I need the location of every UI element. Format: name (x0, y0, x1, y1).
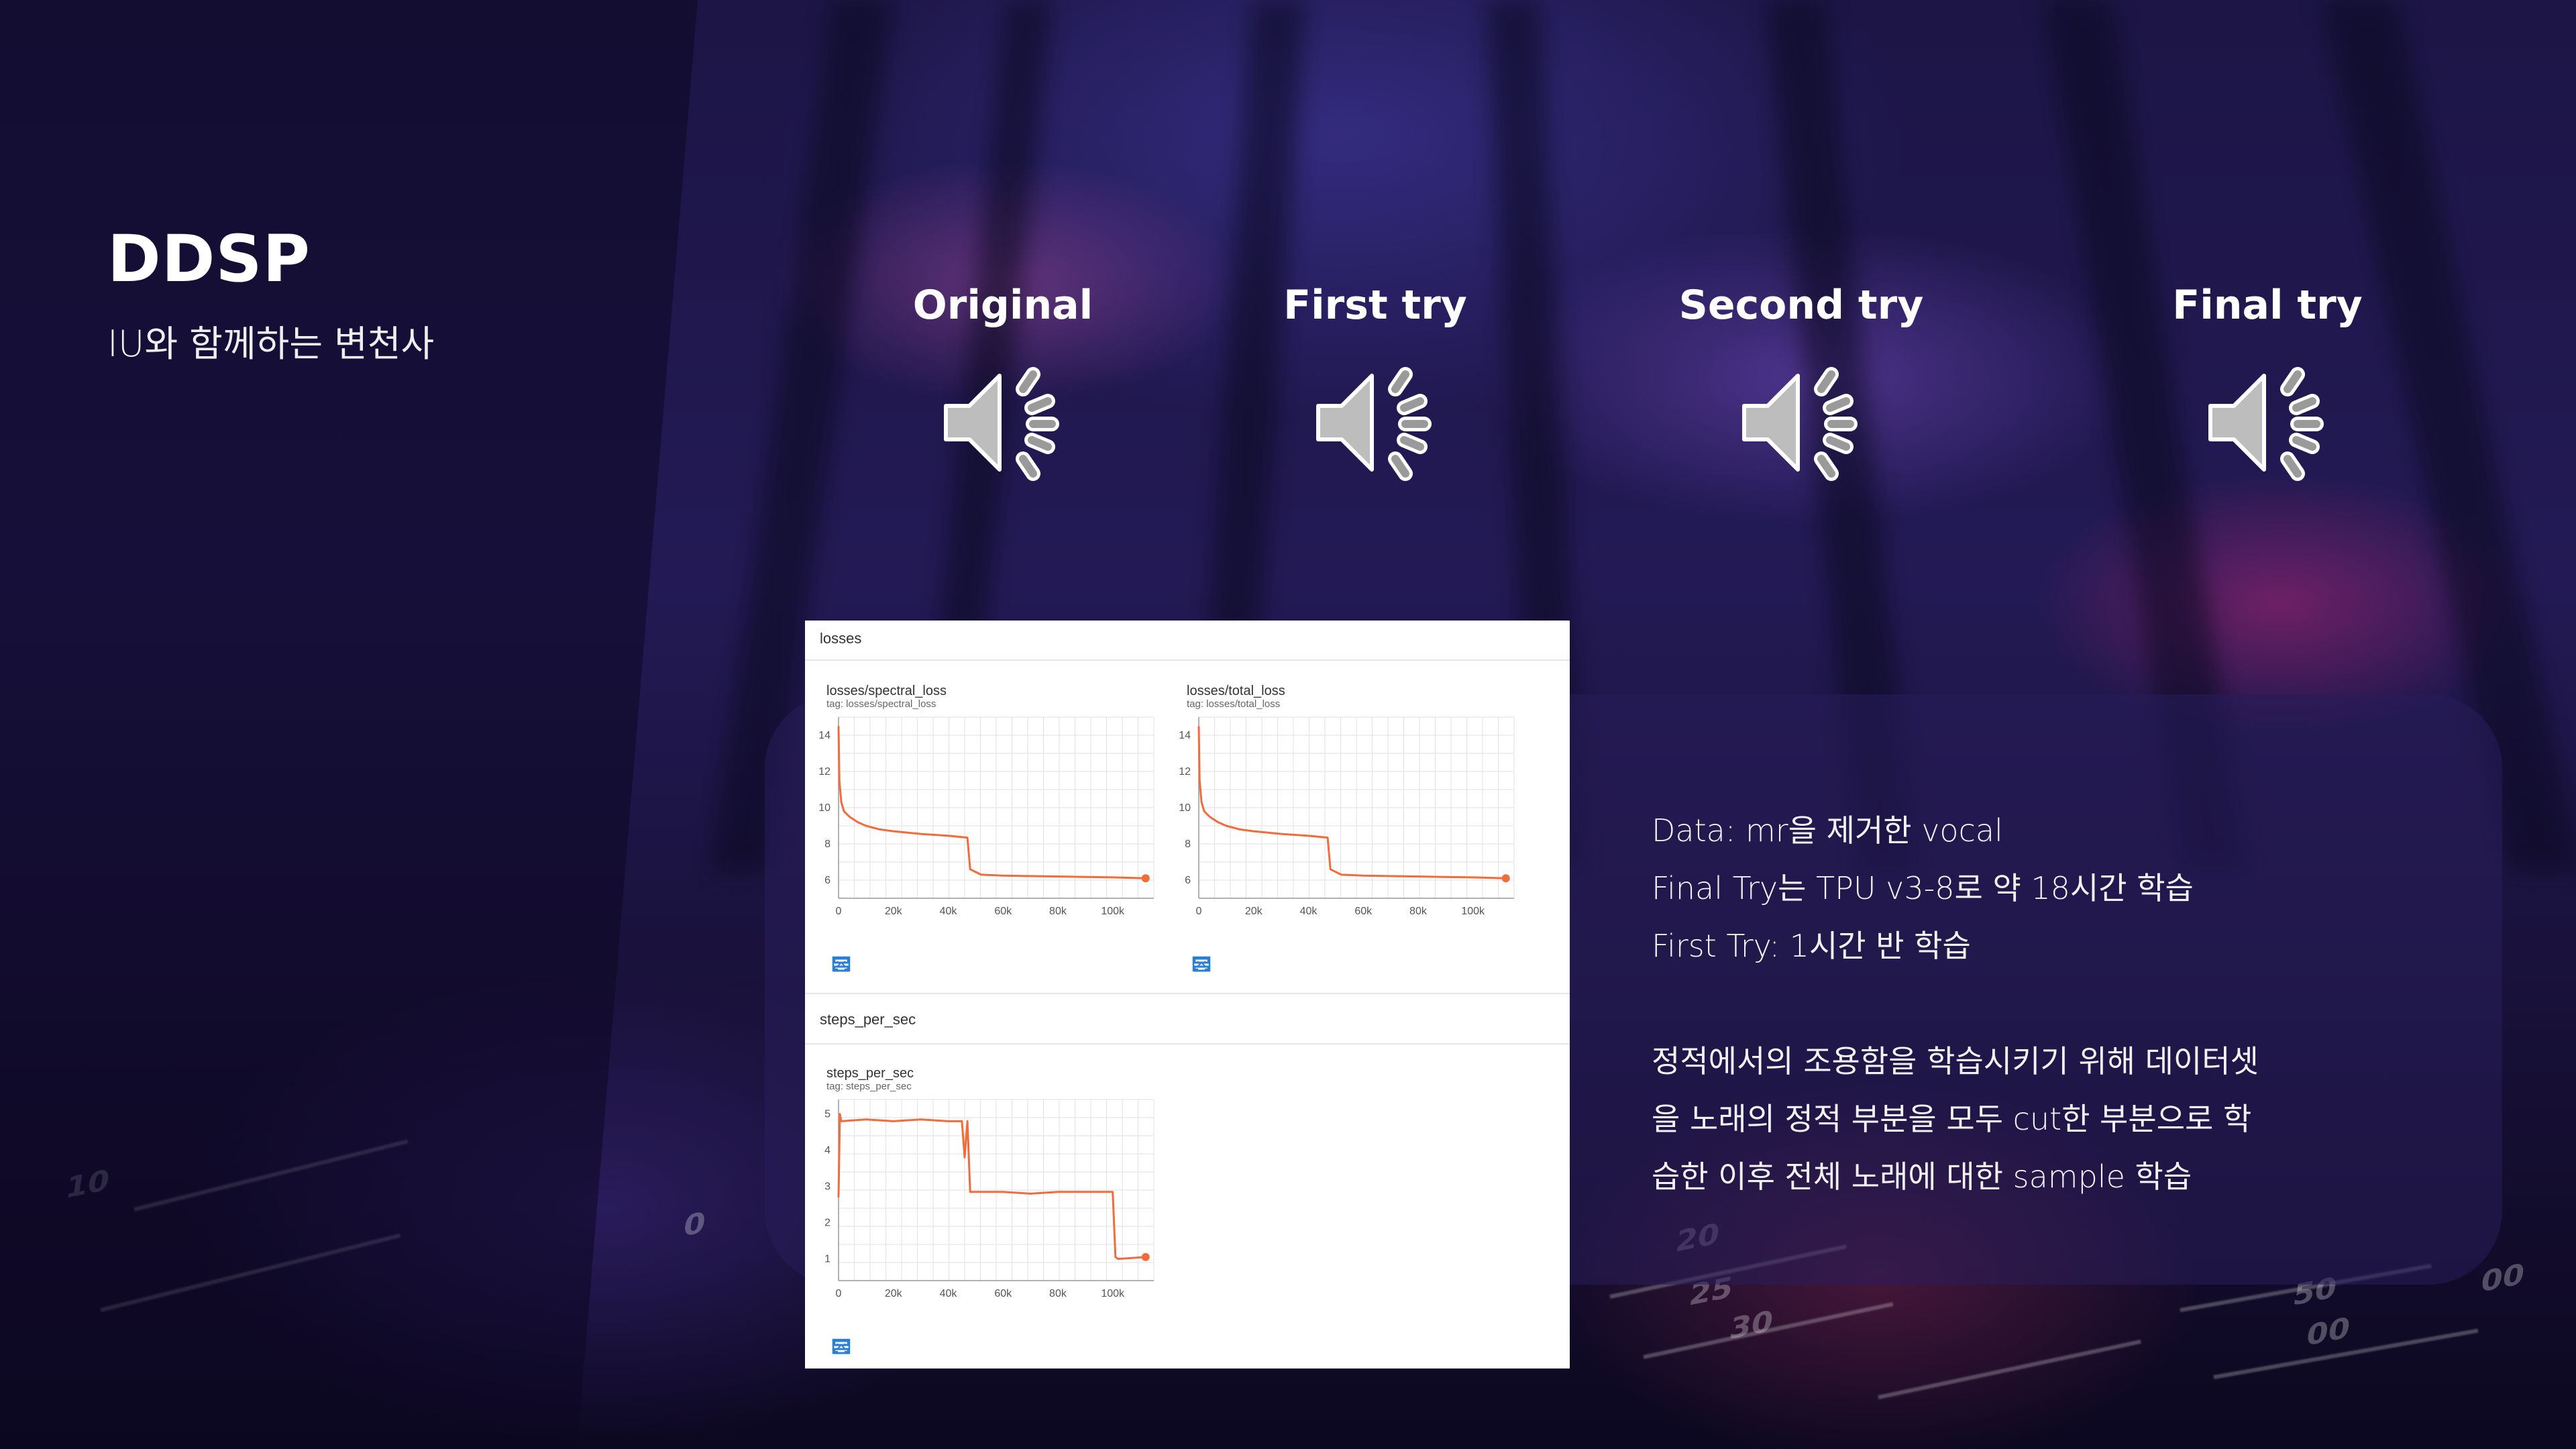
audio-sample-label: First try (1283, 282, 1467, 329)
audio-sample-first-try[interactable]: First try (1208, 282, 1543, 483)
speaker-sound-icon[interactable] (1737, 362, 1865, 483)
x-tick-label: 80k (1409, 906, 1428, 917)
speaker-sound-icon[interactable] (1311, 362, 1439, 483)
slide-subtitle: IU와 함께하는 변천사 (107, 323, 435, 365)
x-tick-label: 20k (885, 906, 903, 917)
series-line (837, 726, 1146, 879)
audio-sample-second-try[interactable]: Second try (1633, 282, 1969, 483)
y-tick-label: 14 (818, 730, 830, 741)
speaker-sound-icon[interactable] (939, 362, 1067, 483)
x-tick-label: 0 (836, 906, 842, 917)
x-tick-label: 60k (1354, 906, 1373, 917)
x-tick-label: 60k (994, 1288, 1012, 1299)
speaker-sound-icon[interactable] (2204, 362, 2331, 483)
audio-sample-label: Second try (1678, 282, 1924, 329)
note-line: 을 노래의 정적 부분을 모두 cut한 부분으로 학 (1652, 1101, 2252, 1137)
y-tick-label: 10 (818, 802, 830, 814)
x-tick-label: 100k (1101, 1288, 1125, 1299)
x-tick-label: 20k (885, 1288, 903, 1299)
y-tick-label: 6 (824, 875, 830, 886)
x-tick-label: 0 (1196, 906, 1202, 917)
note-line: 정적에서의 조용함을 학습시키기 위해 데이터셋 (1652, 1043, 2259, 1079)
chart-title: steps_per_sec (826, 1066, 914, 1081)
chart-tag: tag: losses/total_loss (1187, 698, 1281, 710)
y-tick-label: 8 (824, 839, 830, 850)
chart-svg: 0 20k 40k 60k 80k 100k 6 8 10 12 14 (818, 716, 1155, 917)
y-tick-label: 2 (824, 1218, 830, 1229)
x-tick-label: 0 (836, 1288, 842, 1299)
x-tick-label: 80k (1049, 1288, 1067, 1299)
section-divider (805, 993, 1570, 994)
note-line: Final Try는 TPU v3-8로 약 18시간 학습 (1652, 870, 2194, 906)
series-line (1197, 726, 1506, 879)
x-tick-label: 40k (1300, 906, 1318, 917)
section-title-steps: steps_per_sec (820, 1011, 916, 1028)
section-title-losses: losses (820, 630, 862, 647)
audio-sample-label: Original (912, 282, 1093, 329)
chart-svg: 0 20k 40k 60k 80k 100k 1 2 3 4 5 (824, 1099, 1155, 1299)
section-divider (805, 1043, 1570, 1044)
chart-svg: 0 20k 40k 60k 80k 100k 6 8 10 12 14 (1179, 716, 1515, 917)
y-tick-label: 4 (824, 1145, 830, 1157)
note-line: Data: mr을 제거한 vocal (1652, 812, 2003, 849)
y-tick-label: 8 (1185, 839, 1191, 850)
y-tick-label: 12 (1179, 766, 1191, 777)
chart-tag: tag: steps_per_sec (826, 1081, 912, 1092)
x-tick-label: 100k (1101, 906, 1125, 917)
fit-domain-icon[interactable] (832, 1338, 851, 1354)
chart-title: losses/total_loss (1187, 684, 1285, 698)
x-tick-label: 100k (1461, 906, 1485, 917)
x-tick-label: 60k (994, 906, 1012, 917)
y-tick-label: 5 (824, 1109, 830, 1120)
tensorboard-screenshot: losses losses/spectral_loss tag: losses/… (805, 621, 1570, 1368)
y-tick-label: 3 (824, 1181, 830, 1193)
fit-domain-icon[interactable] (1192, 956, 1211, 972)
note-line: 습한 이후 전체 노래에 대한 sample 학습 (1652, 1159, 2192, 1195)
x-tick-label: 80k (1049, 906, 1067, 917)
y-tick-label: 1 (824, 1254, 830, 1265)
audio-sample-original[interactable]: Original (835, 282, 1171, 483)
fit-domain-icon[interactable] (832, 956, 851, 972)
notes-text: Data: mr을 제거한 vocal Final Try는 TPU v3-8로… (1652, 802, 2322, 1205)
audio-sample-label: Final try (2172, 282, 2363, 329)
y-tick-label: 12 (818, 766, 830, 777)
chart-tag: tag: losses/spectral_loss (826, 698, 936, 710)
series-end-point (1141, 874, 1150, 883)
slide-title: DDSP (107, 221, 311, 297)
x-tick-label: 40k (940, 906, 958, 917)
series-end-point (1141, 1252, 1150, 1261)
y-tick-label: 14 (1179, 730, 1191, 741)
series-end-point (1501, 874, 1510, 883)
x-tick-label: 20k (1245, 906, 1263, 917)
section-divider (805, 659, 1570, 661)
audio-sample-final-try[interactable]: Final try (2100, 282, 2435, 483)
y-tick-label: 6 (1185, 875, 1191, 886)
note-line: First Try: 1시간 반 학습 (1652, 928, 1971, 964)
y-tick-label: 10 (1179, 802, 1191, 814)
chart-title: losses/spectral_loss (826, 684, 947, 698)
x-tick-label: 40k (940, 1288, 958, 1299)
